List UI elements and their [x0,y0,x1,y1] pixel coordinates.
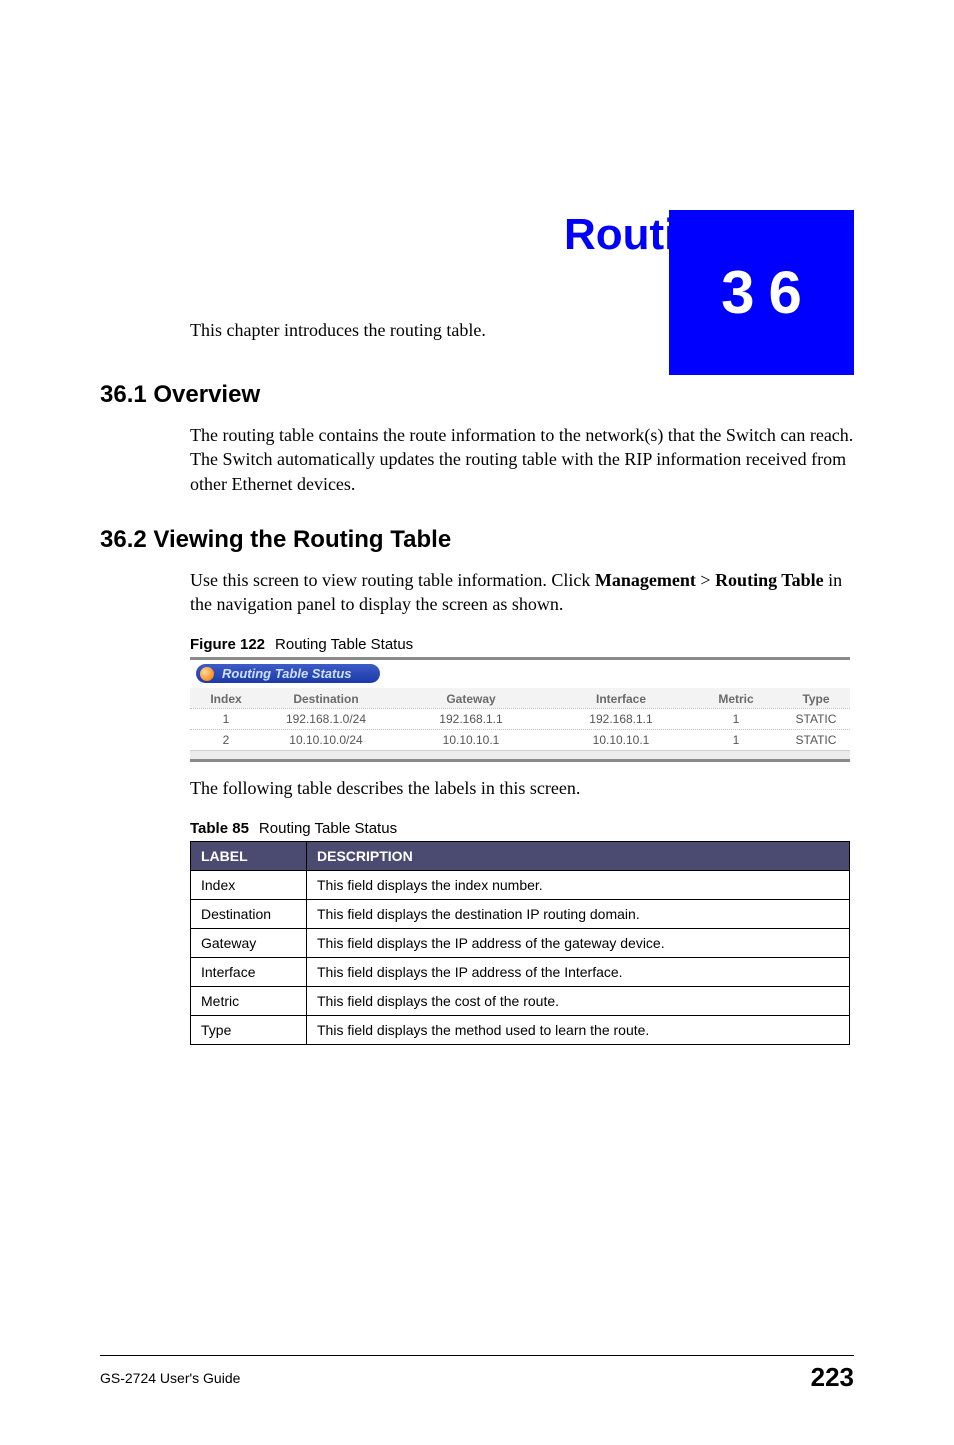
table-row: 2 10.10.10.0/24 10.10.10.1 10.10.10.1 1 … [190,729,850,750]
rts-header-row: Index Destination Gateway Interface Metr… [190,688,850,708]
cell-description: This field displays the IP address of th… [307,958,850,987]
cell-label: Type [191,1016,307,1045]
figure-title: Routing Table Status [275,636,413,653]
col-interface: Interface [546,692,696,706]
cell-type: STATIC [776,733,856,747]
cell-description: This field displays the destination IP r… [307,900,850,929]
chapter-number: 36 [721,258,816,327]
th-label: LABEL [191,842,307,871]
nav-sep: > [696,570,715,590]
cell-description: This field displays the cost of the rout… [307,987,850,1016]
cell-label: Gateway [191,929,307,958]
cell-label: Interface [191,958,307,987]
table-label: Table 85 [190,820,249,837]
col-destination: Destination [256,692,396,706]
viewing-pre: Use this screen to view routing table in… [190,570,595,590]
cell-destination: 192.168.1.0/24 [256,712,396,726]
post-figure-text: The following table describes the labels… [190,776,854,800]
cell-description: This field displays the IP address of th… [307,929,850,958]
table-row: Interface This field displays the IP add… [191,958,850,987]
cell-description: This field displays the index number. [307,871,850,900]
nav-management: Management [595,570,696,590]
table-row: Index This field displays the index numb… [191,871,850,900]
routing-table-status-figure: Routing Table Status Index Destination G… [190,657,850,762]
figure-label: Figure 122 [190,636,265,653]
table-row: Gateway This field displays the IP addre… [191,929,850,958]
col-index: Index [196,692,256,706]
dot-icon [200,667,214,681]
cell-index: 2 [196,733,256,747]
chapter-number-box: 36 [669,210,854,375]
cell-destination: 10.10.10.0/24 [256,733,396,747]
table-row: Metric This field displays the cost of t… [191,987,850,1016]
footer-guide-name: GS-2724 User's Guide [100,1370,240,1386]
cell-metric: 1 [696,712,776,726]
rts-footer-bar [190,750,850,759]
th-description: DESCRIPTION [307,842,850,871]
nav-routing-table: Routing Table [715,570,824,590]
label-description-table: LABEL DESCRIPTION Index This field displ… [190,841,850,1045]
table-title: Routing Table Status [259,820,397,837]
cell-type: STATIC [776,712,856,726]
figure-caption: Figure 122 Routing Table Status [190,636,854,653]
cell-index: 1 [196,712,256,726]
table-caption: Table 85 Routing Table Status [190,820,854,837]
footer-page-number: 223 [811,1362,854,1393]
rts-panel-title-text: Routing Table Status [222,666,352,681]
table-row: Destination This field displays the dest… [191,900,850,929]
table-row: Type This field displays the method used… [191,1016,850,1045]
col-gateway: Gateway [396,692,546,706]
cell-interface: 192.168.1.1 [546,712,696,726]
cell-metric: 1 [696,733,776,747]
col-type: Type [776,692,856,706]
cell-gateway: 192.168.1.1 [396,712,546,726]
overview-body: The routing table contains the route inf… [190,423,854,496]
page-footer: GS-2724 User's Guide 223 [100,1355,854,1393]
table-row: 1 192.168.1.0/24 192.168.1.1 192.168.1.1… [190,708,850,729]
viewing-body: Use this screen to view routing table in… [190,568,854,617]
col-metric: Metric [696,692,776,706]
rts-title-row: Routing Table Status [190,660,850,688]
section-heading-viewing: 36.2 Viewing the Routing Table [100,526,854,554]
table-header-row: LABEL DESCRIPTION [191,842,850,871]
cell-label: Metric [191,987,307,1016]
cell-label: Destination [191,900,307,929]
cell-label: Index [191,871,307,900]
cell-interface: 10.10.10.1 [546,733,696,747]
cell-gateway: 10.10.10.1 [396,733,546,747]
rts-panel-title: Routing Table Status [196,664,380,683]
cell-description: This field displays the method used to l… [307,1016,850,1045]
section-heading-overview: 36.1 Overview [100,381,854,409]
